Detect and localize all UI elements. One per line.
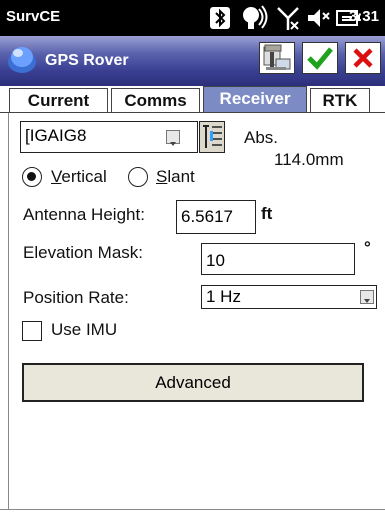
bluetooth-icon — [210, 7, 230, 29]
antenna-height-input[interactable]: 6.5617 — [176, 200, 256, 234]
chevron-down-icon — [360, 290, 374, 304]
position-rate-label: Position Rate: — [23, 288, 129, 307]
vertical-radio[interactable] — [22, 167, 42, 187]
check-icon — [307, 47, 333, 70]
receiver-config-icon — [263, 44, 291, 70]
gps-signal-icon — [243, 5, 268, 29]
close-icon — [353, 48, 373, 68]
status-bar: SurvCE 3:31 — [0, 0, 385, 36]
status-app-name: SurvCE — [6, 8, 61, 25]
elevation-mask-input[interactable]: 10 — [201, 243, 355, 275]
slant-radio[interactable] — [128, 167, 148, 187]
antenna-height-label: Antenna Height: — [23, 205, 145, 224]
app-logo-icon — [8, 47, 36, 73]
position-rate-dropdown[interactable]: 1 Hz — [201, 285, 377, 309]
advanced-button[interactable]: Advanced — [22, 363, 364, 402]
chevron-down-icon — [166, 130, 180, 146]
abs-label: Abs. — [244, 128, 279, 147]
ok-button[interactable] — [302, 42, 338, 74]
tab-rtk[interactable]: RTK — [310, 88, 370, 113]
antenna-config-button[interactable] — [199, 121, 225, 153]
vertical-label[interactable]: Vertical — [51, 167, 107, 187]
elevation-mask-label: Elevation Mask: — [23, 243, 143, 262]
tab-comms[interactable]: Comms — [111, 88, 200, 113]
status-clock: 3:31 — [348, 8, 379, 25]
title-bar: GPS Rover — [0, 36, 385, 87]
antenna-height-unit: ft — [261, 204, 273, 223]
tab-current[interactable]: Current — [9, 88, 108, 113]
slant-label[interactable]: Slant — [156, 167, 195, 187]
radio-selected-dot — [27, 172, 36, 181]
volume-icon — [308, 9, 330, 27]
degree-symbol: ° — [364, 238, 371, 257]
abs-value: 114.0mm — [274, 150, 344, 169]
panel-border — [8, 113, 9, 509]
use-imu-label[interactable]: Use IMU — [51, 320, 117, 340]
tab-underline — [0, 112, 385, 113]
antenna-type-dropdown[interactable]: [IGAIG8 — [20, 121, 198, 153]
bottom-border — [0, 509, 385, 510]
tab-receiver[interactable]: Receiver — [203, 86, 307, 113]
cancel-button[interactable] — [345, 42, 381, 74]
antenna-list-icon — [203, 125, 222, 148]
position-rate-value: 1 Hz — [206, 287, 241, 306]
use-imu-checkbox[interactable] — [22, 321, 42, 341]
receiver-config-button[interactable] — [259, 42, 295, 74]
no-signal-icon — [277, 7, 299, 30]
tab-bar: Current Comms Receiver RTK — [0, 86, 385, 113]
antenna-type-value: [IGAIG8 — [25, 126, 87, 145]
window-title: GPS Rover — [45, 52, 129, 69]
